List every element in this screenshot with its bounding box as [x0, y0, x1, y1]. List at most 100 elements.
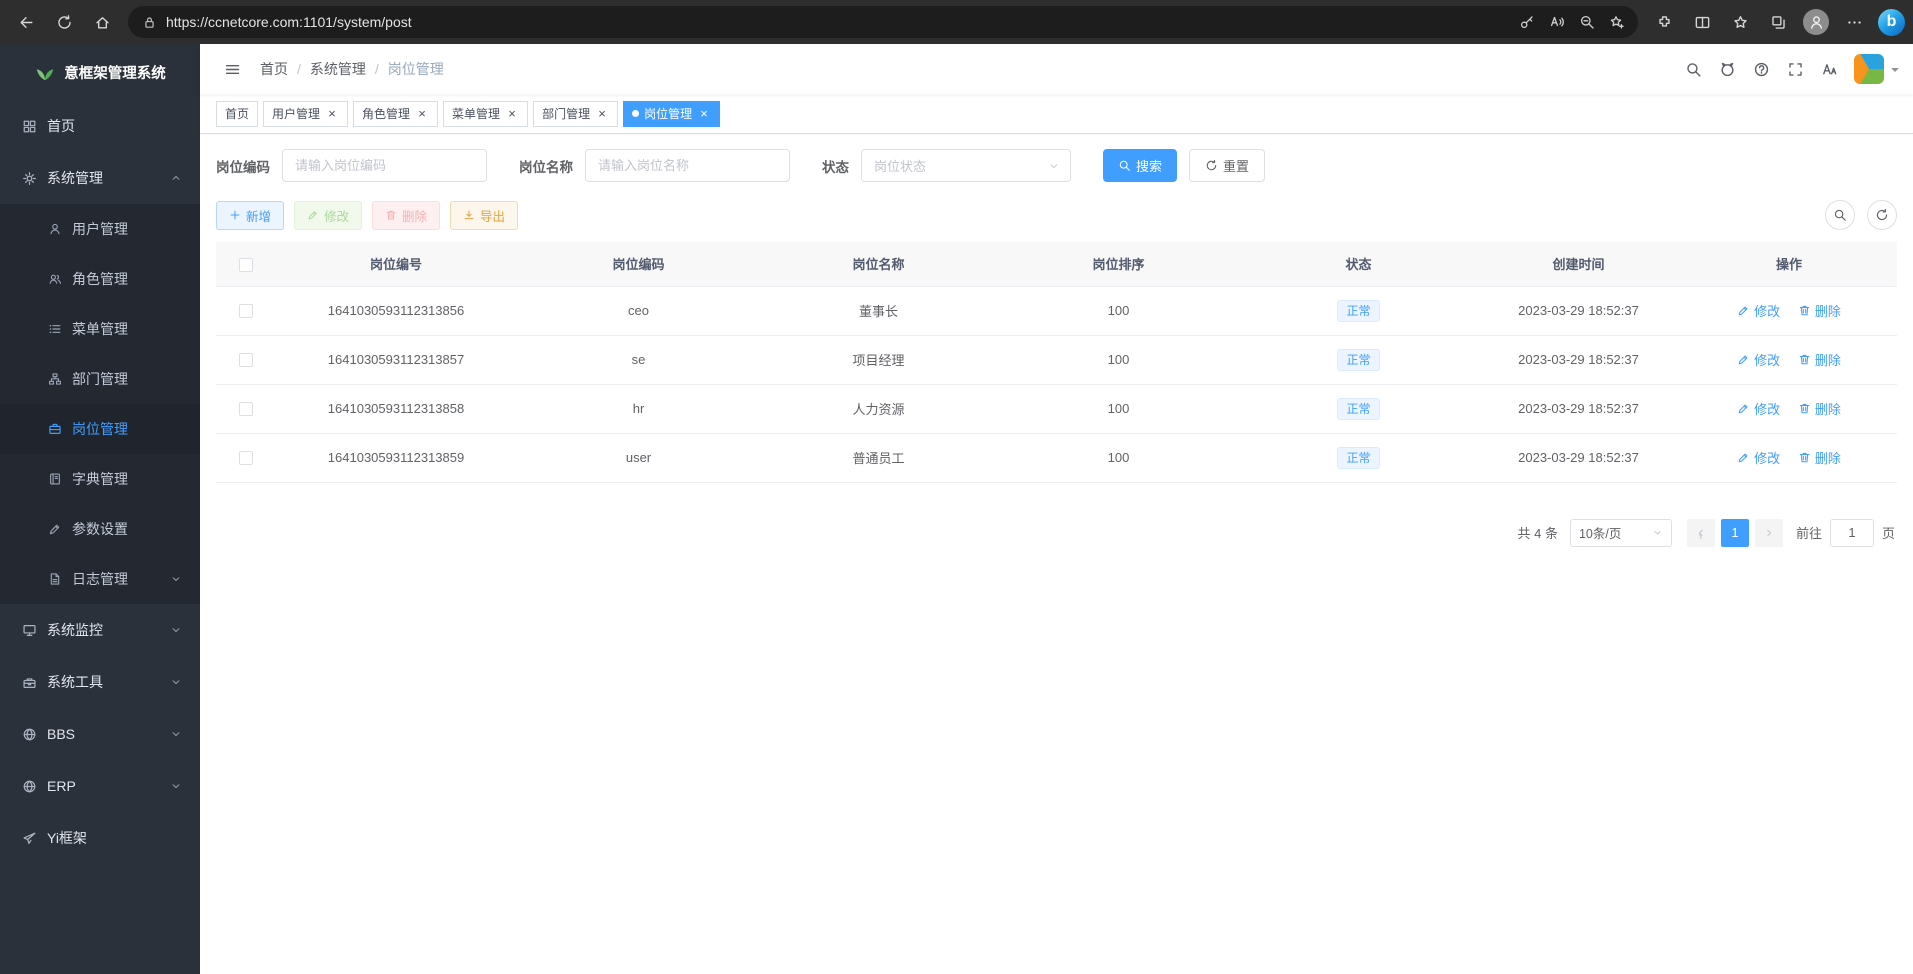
sidebar-item-system-tools[interactable]: 系统工具 [0, 656, 200, 708]
zoom-icon[interactable] [1572, 8, 1602, 36]
sidebar-item-role-mgmt[interactable]: 角色管理 [0, 254, 200, 304]
search-icon-button[interactable] [1676, 52, 1710, 86]
filter-form: 岗位编码 岗位名称 状态 岗位状态 搜索 [216, 149, 1897, 182]
sidebar-item-yi-framework[interactable]: Yi框架 [0, 812, 200, 864]
sidebar-menu: 首页 系统管理 用户管理 角色管理 菜单管理 [0, 100, 200, 974]
column-header-post-id: 岗位编号 [276, 242, 516, 286]
browser-menu-icon[interactable] [1836, 4, 1872, 40]
chevron-left-icon [1695, 527, 1707, 539]
page-content: 岗位编码 岗位名称 状态 岗位状态 搜索 [200, 134, 1913, 974]
row-checkbox[interactable] [239, 402, 253, 416]
reset-button[interactable]: 重置 [1189, 149, 1265, 182]
password-key-icon[interactable] [1512, 8, 1542, 36]
row-edit-button[interactable]: 修改 [1737, 350, 1780, 369]
sidebar-item-home[interactable]: 首页 [0, 100, 200, 152]
add-favorite-icon[interactable] [1602, 8, 1632, 36]
navbar-actions [1676, 52, 1899, 86]
row-delete-button[interactable]: 删除 [1798, 399, 1841, 418]
page-size-select[interactable]: 10条/页 [1570, 519, 1672, 547]
browser-profile-avatar[interactable] [1798, 4, 1834, 40]
refresh-button[interactable] [46, 4, 82, 40]
breadcrumb-item-home[interactable]: 首页 [260, 59, 288, 79]
browser-toolbar: https://ccnetcore.com:1101/system/post b [0, 0, 1913, 44]
close-icon[interactable]: × [325, 107, 339, 121]
fullscreen-icon-button[interactable] [1778, 52, 1812, 86]
row-edit-button[interactable]: 修改 [1737, 448, 1780, 467]
read-aloud-icon[interactable] [1542, 8, 1572, 36]
sidebar-item-log-mgmt[interactable]: 日志管理 [0, 554, 200, 604]
add-button[interactable]: 新增 [216, 201, 284, 230]
back-button[interactable] [8, 4, 44, 40]
document-icon [48, 572, 62, 586]
cell-post-name: 董事长 [761, 286, 996, 335]
sidebar-item-system-mgmt[interactable]: 系统管理 [0, 152, 200, 204]
sidebar-toggle-button[interactable] [214, 51, 250, 87]
goto-page-input[interactable] [1830, 519, 1874, 547]
breadcrumb-item-system-mgmt[interactable]: 系统管理 [310, 59, 366, 79]
row-delete-button[interactable]: 删除 [1798, 301, 1841, 320]
tab-post-mgmt[interactable]: 岗位管理× [623, 101, 720, 127]
address-bar[interactable]: https://ccnetcore.com:1101/system/post [128, 6, 1638, 38]
row-edit-button[interactable]: 修改 [1737, 301, 1780, 320]
tab-menu-mgmt[interactable]: 菜单管理× [443, 101, 528, 127]
row-edit-button[interactable]: 修改 [1737, 399, 1780, 418]
table-row: 1641030593112313859 user 普通员工 100 正常 202… [216, 433, 1897, 482]
row-checkbox[interactable] [239, 304, 253, 318]
select-all-checkbox[interactable] [239, 258, 253, 272]
toggle-search-button[interactable] [1825, 200, 1855, 230]
bing-icon[interactable]: b [1878, 9, 1905, 36]
github-icon-button[interactable] [1710, 52, 1744, 86]
export-button[interactable]: 导出 [450, 201, 518, 230]
close-icon[interactable]: × [595, 107, 609, 121]
cell-post-name: 人力资源 [761, 384, 996, 433]
search-icon [1118, 159, 1131, 172]
tab-role-mgmt[interactable]: 角色管理× [353, 101, 438, 127]
pagination-total: 共 4 条 [1518, 523, 1558, 542]
page-number-button[interactable]: 1 [1721, 519, 1749, 547]
font-size-icon-button[interactable] [1812, 52, 1846, 86]
close-icon[interactable]: × [697, 107, 711, 121]
sidebar-item-user-mgmt[interactable]: 用户管理 [0, 204, 200, 254]
sidebar-item-param-settings[interactable]: 参数设置 [0, 504, 200, 554]
row-delete-button[interactable]: 删除 [1798, 350, 1841, 369]
sidebar-item-system-monitor[interactable]: 系统监控 [0, 604, 200, 656]
home-button[interactable] [84, 4, 120, 40]
close-icon[interactable]: × [415, 107, 429, 121]
briefcase-icon [48, 422, 62, 436]
sidebar-item-erp[interactable]: ERP [0, 760, 200, 812]
favorites-icon[interactable] [1722, 4, 1758, 40]
column-header-actions: 操作 [1681, 242, 1897, 286]
row-checkbox[interactable] [239, 451, 253, 465]
post-name-input[interactable] [585, 149, 790, 182]
book-icon [48, 472, 62, 486]
edit-button[interactable]: 修改 [294, 201, 362, 230]
row-delete-button[interactable]: 删除 [1798, 448, 1841, 467]
delete-button[interactable]: 删除 [372, 201, 440, 230]
extensions-icon[interactable] [1646, 4, 1682, 40]
edit-icon [1737, 304, 1750, 317]
chevron-right-icon [1763, 527, 1775, 539]
user-menu-caret-icon[interactable] [1891, 68, 1899, 76]
split-screen-icon[interactable] [1684, 4, 1720, 40]
sidebar-item-bbs[interactable]: BBS [0, 708, 200, 760]
prev-page-button[interactable] [1687, 519, 1715, 547]
help-icon-button[interactable] [1744, 52, 1778, 86]
tab-user-mgmt[interactable]: 用户管理× [263, 101, 348, 127]
tab-dept-mgmt[interactable]: 部门管理× [533, 101, 618, 127]
collections-icon[interactable] [1760, 4, 1796, 40]
tab-home[interactable]: 首页 [216, 101, 258, 127]
row-checkbox[interactable] [239, 353, 253, 367]
search-button[interactable]: 搜索 [1103, 149, 1177, 182]
sidebar-item-dict-mgmt[interactable]: 字典管理 [0, 454, 200, 504]
column-header-post-code: 岗位编码 [516, 242, 761, 286]
user-avatar[interactable] [1854, 54, 1884, 84]
post-code-input[interactable] [282, 149, 487, 182]
sidebar-item-dept-mgmt[interactable]: 部门管理 [0, 354, 200, 404]
sidebar-item-menu-mgmt[interactable]: 菜单管理 [0, 304, 200, 354]
status-select[interactable]: 岗位状态 [861, 149, 1071, 182]
close-icon[interactable]: × [505, 107, 519, 121]
sidebar-item-post-mgmt[interactable]: 岗位管理 [0, 404, 200, 454]
next-page-button[interactable] [1755, 519, 1783, 547]
refresh-table-button[interactable] [1867, 200, 1897, 230]
cell-post-sort: 100 [996, 384, 1241, 433]
